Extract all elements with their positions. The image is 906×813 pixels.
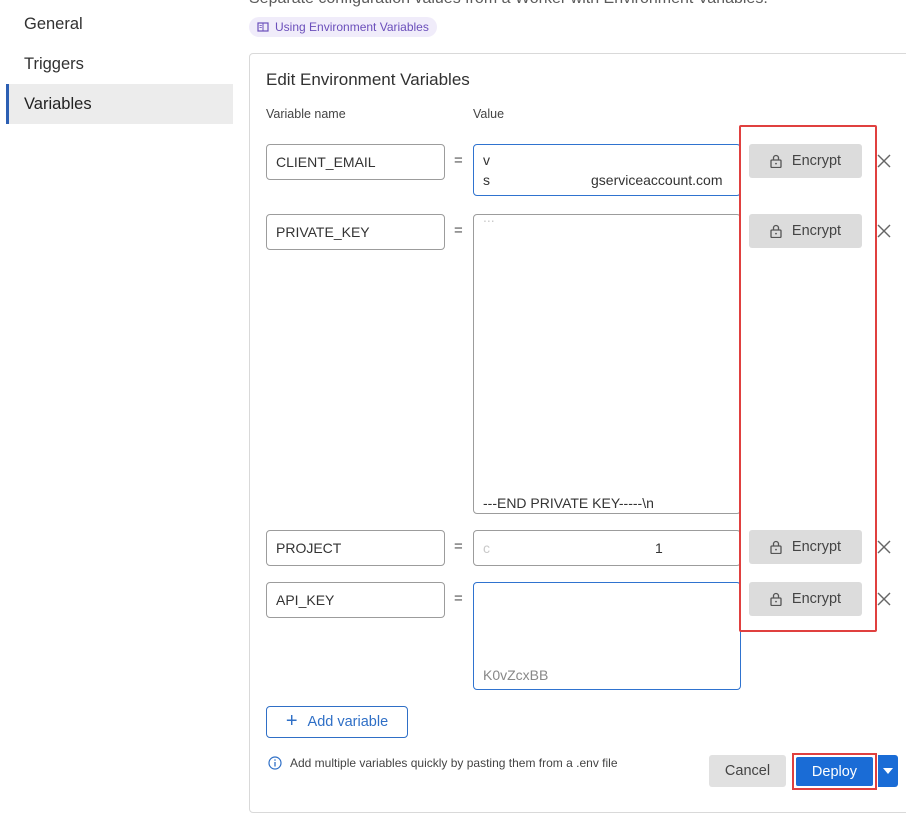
- sidebar-item-label: General: [24, 15, 83, 33]
- encrypt-button[interactable]: Encrypt: [749, 144, 862, 178]
- variable-value-input[interactable]: c 1: [473, 530, 741, 566]
- deploy-button[interactable]: Deploy: [796, 757, 873, 786]
- lock-icon: [770, 224, 782, 238]
- value-text: ---END PRIVATE KEY-----\n: [483, 495, 654, 511]
- docs-link-label: Using Environment Variables: [275, 20, 429, 34]
- encrypt-label: Encrypt: [791, 539, 842, 555]
- value-text: s: [483, 172, 490, 188]
- add-variable-label: Add variable: [307, 714, 389, 730]
- equals-sign: =: [454, 590, 463, 607]
- plus-icon: +: [285, 710, 298, 732]
- value-text: c: [483, 540, 490, 556]
- encrypt-button[interactable]: Encrypt: [749, 214, 862, 248]
- sidebar-item-variables[interactable]: Variables: [6, 84, 233, 124]
- close-icon[interactable]: [876, 591, 892, 607]
- close-icon[interactable]: [876, 539, 892, 555]
- hint-text: Add multiple variables quickly by pastin…: [290, 756, 618, 770]
- chevron-down-icon: [883, 768, 893, 774]
- value-text: gserviceaccount.com: [591, 172, 723, 188]
- sidebar-item-general[interactable]: General: [6, 4, 233, 44]
- value-text: K0vZcxBB: [483, 667, 549, 683]
- encrypt-label: Encrypt: [791, 223, 842, 239]
- encrypt-label: Encrypt: [791, 153, 842, 169]
- variable-name-input[interactable]: API_KEY: [266, 582, 445, 618]
- book-icon: [257, 22, 269, 32]
- equals-sign: =: [454, 222, 463, 239]
- encrypt-label: Encrypt: [791, 591, 842, 607]
- cancel-button[interactable]: Cancel: [709, 755, 786, 787]
- panel-title: Edit Environment Variables: [266, 70, 470, 89]
- sidebar-item-triggers[interactable]: Triggers: [6, 44, 233, 84]
- lock-icon: [770, 154, 782, 168]
- encrypt-button[interactable]: Encrypt: [749, 582, 862, 616]
- close-icon[interactable]: [876, 223, 892, 239]
- section-description: Separate configuration values from a Wor…: [249, 0, 768, 8]
- add-variable-button[interactable]: + Add variable: [266, 706, 408, 738]
- info-icon: [268, 756, 282, 770]
- variable-value-textarea[interactable]: K0vZcxBB: [473, 582, 741, 690]
- value-text: 1: [655, 540, 663, 556]
- equals-sign: =: [454, 152, 463, 169]
- env-paste-hint: Add multiple variables quickly by pastin…: [268, 756, 618, 770]
- variable-name-input[interactable]: CLIENT_EMAIL: [266, 144, 445, 180]
- value-text: v: [483, 152, 490, 168]
- variable-name-header: Variable name: [266, 107, 346, 121]
- deploy-options-button[interactable]: [878, 755, 898, 787]
- variable-name-input[interactable]: PRIVATE_KEY: [266, 214, 445, 250]
- equals-sign: =: [454, 538, 463, 555]
- sidebar-item-label: Triggers: [24, 55, 84, 73]
- lock-icon: [770, 540, 782, 554]
- encrypt-button[interactable]: Encrypt: [749, 530, 862, 564]
- lock-icon: [770, 592, 782, 606]
- value-header: Value: [473, 107, 505, 121]
- close-icon[interactable]: [876, 153, 892, 169]
- sidebar-item-label: Variables: [24, 95, 92, 113]
- docs-link[interactable]: Using Environment Variables: [249, 17, 437, 37]
- variable-value-input[interactable]: v s gserviceaccount.com: [473, 144, 741, 196]
- variable-value-textarea[interactable]: ... ---END PRIVATE KEY-----\n: [473, 214, 741, 514]
- value-text: ...: [483, 214, 495, 225]
- variable-name-input[interactable]: PROJECT: [266, 530, 445, 566]
